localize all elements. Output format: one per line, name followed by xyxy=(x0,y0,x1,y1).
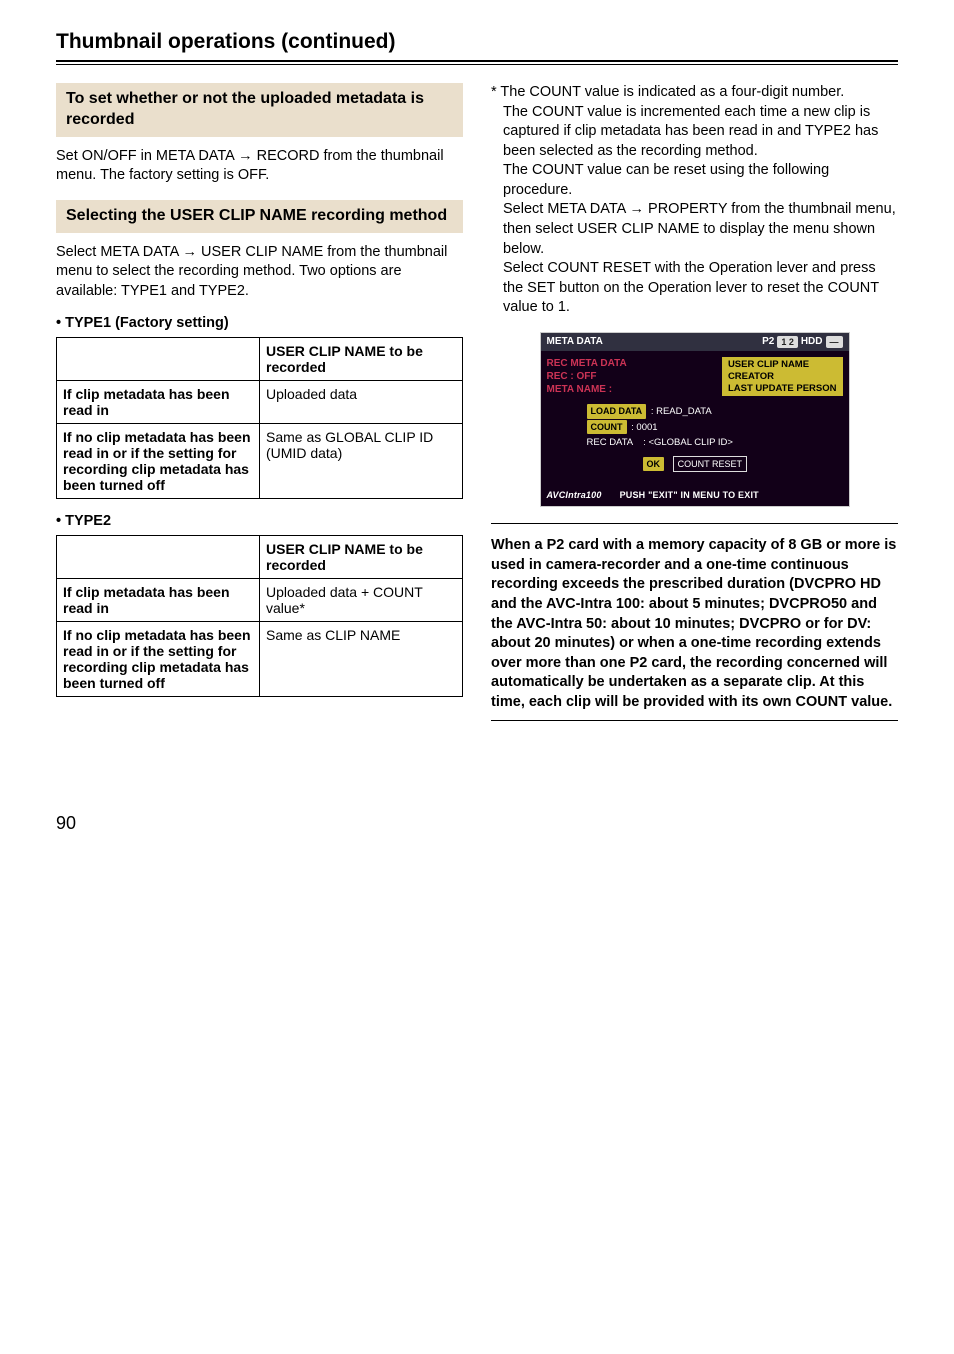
note-divider-bottom xyxy=(491,720,898,721)
scr-ok-button[interactable]: OK xyxy=(643,457,665,471)
table-type1-header-value: USER CLIP NAME to be recorded xyxy=(260,338,463,381)
scr-rec-data-label: REC DATA xyxy=(587,437,633,448)
scr-chip-hdd-label: HDD xyxy=(801,336,823,347)
para-userclipname-method: Select META DATA → USER CLIP NAME from t… xyxy=(56,243,463,302)
para-upload-metadata: Set ON/OFF in META DATA → RECORD from th… xyxy=(56,147,463,186)
subheading-userclipname-method: Selecting the USER CLIP NAME recording m… xyxy=(56,200,463,233)
footnote-p4: Select COUNT RESET with the Operation le… xyxy=(491,259,898,318)
table-type2-header-value: USER CLIP NAME to be recorded xyxy=(260,536,463,579)
scr-chip-hdd-icon: — xyxy=(826,336,843,348)
bullet-type2: TYPE2 xyxy=(56,513,463,529)
scr-meta-l1: REC META DATA xyxy=(547,357,716,370)
subheading-upload-metadata: To set whether or not the uploaded metad… xyxy=(56,83,463,137)
scr-load-data-button[interactable]: LOAD DATA xyxy=(587,404,647,418)
footnote-star-line: * The COUNT value is indicated as a four… xyxy=(491,84,844,100)
note-block: When a P2 card with a memory capacity of… xyxy=(491,536,898,712)
scr-exit-msg: PUSH "EXIT" IN MENU TO EXIT xyxy=(620,490,759,500)
scr-userclip-l3: LAST UPDATE PERSON xyxy=(728,383,837,395)
table-type2: USER CLIP NAME to be recorded If clip me… xyxy=(56,535,463,697)
table-type2-row1-value: Uploaded data + COUNT value* xyxy=(260,579,463,622)
left-column: To set whether or not the uploaded metad… xyxy=(56,83,463,733)
scr-userclip-l2: CREATOR xyxy=(728,371,837,383)
scr-title: META DATA xyxy=(547,336,603,347)
page-number: 90 xyxy=(56,813,898,834)
scr-meta-l2: REC : OFF xyxy=(547,370,716,383)
title-rule-thin xyxy=(56,64,898,65)
table-type1: USER CLIP NAME to be recorded If clip me… xyxy=(56,337,463,499)
scr-count-button[interactable]: COUNT xyxy=(587,420,627,434)
title-rule-thick xyxy=(56,60,898,62)
scr-count-value: : 0001 xyxy=(631,422,657,433)
table-type1-row1-label: If clip metadata has been read in xyxy=(57,381,260,424)
scr-titlebar: META DATA P2 1 2 HDD — xyxy=(541,333,849,351)
scr-chip-slots: 1 2 xyxy=(777,336,798,348)
table-type2-row1-label: If clip metadata has been read in xyxy=(57,579,260,622)
table-type1-row1-value: Uploaded data xyxy=(260,381,463,424)
scr-count-reset-button[interactable]: COUNT RESET xyxy=(673,456,747,472)
scr-meta-l3: META NAME : xyxy=(547,383,716,396)
table-type2-row2-label: If no clip metadata has been read in or … xyxy=(57,622,260,697)
scr-userclip-l1: USER CLIP NAME xyxy=(728,359,837,371)
embedded-screenshot: META DATA P2 1 2 HDD — REC META DATA xyxy=(540,332,850,508)
footnote-block: * The COUNT value is indicated as a four… xyxy=(491,83,898,318)
scr-brand: AVCIntra100 xyxy=(547,490,602,500)
footnote-p3: Select META DATA → PROPERTY from the thu… xyxy=(491,200,898,259)
table-type2-row2-value: Same as CLIP NAME xyxy=(260,622,463,697)
scr-load-data-value: : READ_DATA xyxy=(651,406,712,417)
scr-chip-p2-label: P2 xyxy=(762,336,774,347)
table-type1-row2-value: Same as GLOBAL CLIP ID (UMID data) xyxy=(260,424,463,499)
table-type1-header-blank xyxy=(57,338,260,381)
footnote-p1: The COUNT value is incremented each time… xyxy=(491,103,898,162)
footnote-p2: The COUNT value can be reset using the f… xyxy=(491,161,898,200)
note-divider-top xyxy=(491,523,898,524)
page-title: Thumbnail operations (continued) xyxy=(56,30,898,54)
table-type1-row2-label: If no clip metadata has been read in or … xyxy=(57,424,260,499)
bullet-type1: TYPE1 (Factory setting) xyxy=(56,315,463,331)
table-type2-header-blank xyxy=(57,536,260,579)
scr-rec-data-value: : <GLOBAL CLIP ID> xyxy=(643,437,733,448)
right-column: * The COUNT value is indicated as a four… xyxy=(491,83,898,733)
